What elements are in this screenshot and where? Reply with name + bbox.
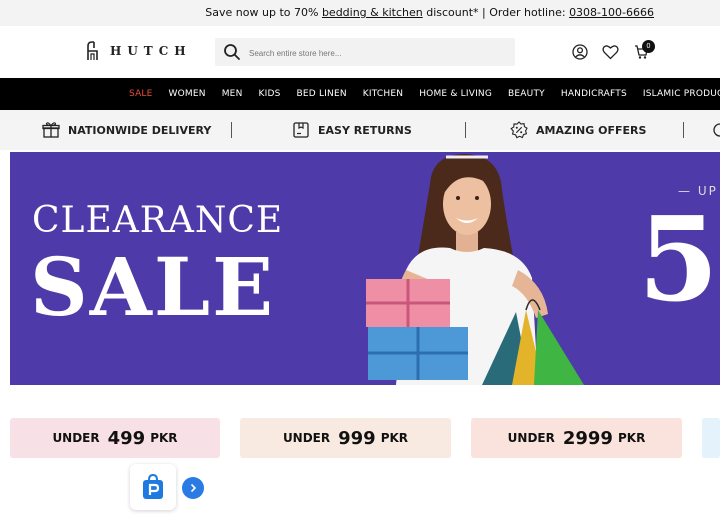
chevron-right-icon — [190, 483, 197, 493]
search-input[interactable] — [247, 42, 501, 64]
price-card-amount: 999 — [338, 427, 376, 449]
divider — [231, 122, 232, 138]
account-icon[interactable] — [572, 44, 588, 60]
nav-item-kids[interactable]: KIDS — [259, 89, 281, 99]
site-header: HUTCH 0 — [0, 26, 720, 78]
price-card-prefix: UNDER — [282, 431, 331, 445]
box-icon — [293, 122, 309, 138]
main-navigation: SALE WOMEN MEN KIDS BED LINEN KITCHEN HO… — [0, 78, 720, 110]
search-bar — [215, 38, 515, 66]
nav-item-beauty[interactable]: BEAUTY — [508, 89, 545, 99]
price-card-amount: 499 — [107, 427, 146, 449]
logo-mark-icon — [87, 41, 98, 60]
shopping-bag-app-icon — [143, 474, 163, 499]
hotline-link[interactable]: 0308-100-6666 — [569, 6, 654, 19]
carousel-next-button[interactable] — [182, 477, 204, 499]
announcement-text: Save now up to 70% bedding & kitchen dis… — [205, 6, 654, 19]
announcement-link[interactable]: bedding & kitchen — [322, 6, 423, 19]
price-card-partial[interactable] — [702, 418, 720, 458]
price-card-prefix: UNDER — [52, 431, 100, 445]
feature-label: NATIONWIDE DELIVERY — [68, 123, 212, 137]
price-card-currency: PKR — [617, 431, 646, 445]
announcement-prefix: Save now up to 70% — [205, 6, 322, 19]
logo[interactable]: HUTCH — [86, 40, 192, 62]
announcement-middle: discount* | Order hotline: — [422, 6, 570, 19]
feature-amazing-offers: AMAZING OFFERS — [510, 110, 646, 150]
nav-item-sale[interactable]: SALE — [129, 89, 153, 99]
price-card-currency: PKR — [380, 431, 409, 445]
nav-item-handicrafts[interactable]: HANDICRAFTS — [561, 89, 627, 99]
price-card-prefix: UNDER — [507, 431, 555, 445]
feature-label: AMAZING OFFERS — [536, 123, 647, 137]
announcement-bar: Save now up to 70% bedding & kitchen dis… — [0, 0, 720, 26]
price-card-under-499[interactable]: UNDER 499 PKR — [10, 418, 220, 458]
price-card-currency: PKR — [150, 431, 178, 445]
percent-badge-icon — [510, 121, 528, 139]
cart-count-badge: 0 — [642, 40, 655, 53]
search-icon[interactable] — [223, 43, 241, 61]
logo-wordmark: HUTCH — [110, 44, 192, 58]
hero-title-line1: CLEARANCE — [32, 200, 284, 241]
hero-title-line2: SALE — [30, 240, 276, 334]
features-strip: NATIONWIDE DELIVERY EASY RETURNS AMAZING… — [0, 110, 720, 150]
app-badge[interactable] — [130, 464, 176, 510]
nav-item-kitchen[interactable]: KITCHEN — [363, 89, 403, 99]
price-card-under-999[interactable]: UNDER 999 PKR — [240, 418, 451, 458]
price-card-amount: 2999 — [562, 427, 613, 449]
feature-icon-partial — [713, 123, 720, 137]
feature-label: EASY RETURNS — [318, 123, 412, 137]
gift-icon — [42, 122, 60, 138]
feature-nationwide-delivery: NATIONWIDE DELIVERY — [42, 110, 211, 150]
hero-percent-text: 50 — [638, 192, 720, 328]
nav-item-home-living[interactable]: HOME & LIVING — [419, 89, 492, 99]
hero-model-image — [366, 154, 584, 385]
nav-item-women[interactable]: WOMEN — [169, 89, 206, 99]
feature-easy-returns: EASY RETURNS — [292, 110, 412, 150]
divider — [683, 122, 684, 138]
wishlist-heart-icon[interactable] — [602, 44, 619, 60]
price-card-under-2999[interactable]: UNDER 2999 PKR — [471, 418, 682, 458]
hero-banner[interactable]: CLEARANCE SALE — UP 50 — [10, 152, 720, 385]
divider — [465, 122, 466, 138]
nav-item-islamic-products[interactable]: ISLAMIC PRODUCTS — [643, 89, 720, 99]
nav-item-bed-linen[interactable]: BED LINEN — [297, 89, 347, 99]
nav-item-men[interactable]: MEN — [222, 89, 243, 99]
